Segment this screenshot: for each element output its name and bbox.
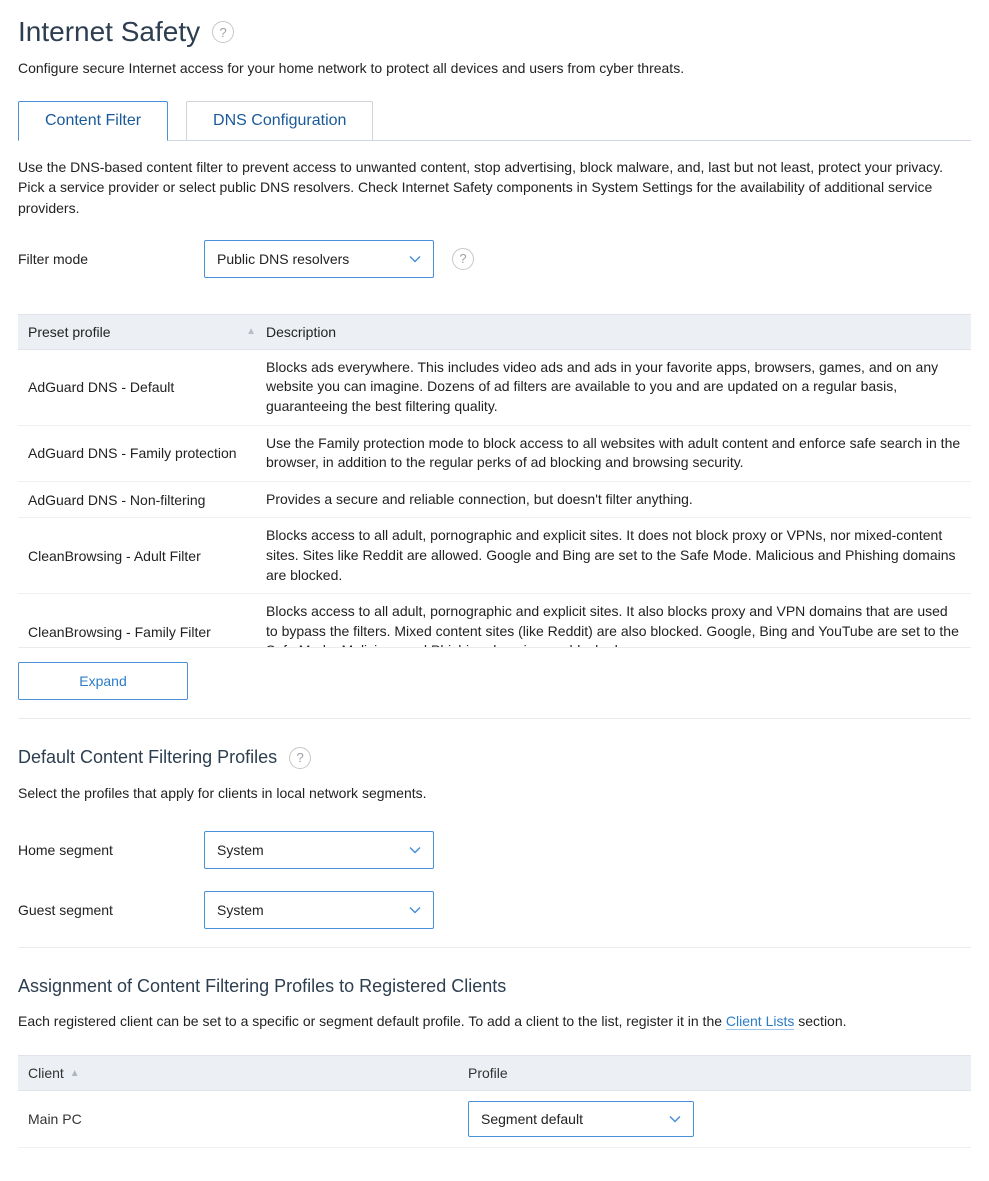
- preset-profile-description: Use the Family protection mode to block …: [266, 434, 961, 473]
- default-profiles-title: Default Content Filtering Profiles: [18, 747, 277, 768]
- chevron-down-icon: [409, 846, 421, 854]
- client-profile-value: Segment default: [481, 1111, 583, 1127]
- column-header-preset-profile[interactable]: Preset profile: [28, 324, 110, 340]
- preset-profile-description: Provides a secure and reliable connectio…: [266, 490, 961, 510]
- help-icon[interactable]: ?: [212, 21, 234, 43]
- sort-asc-icon: ▲: [246, 326, 266, 337]
- preset-profile-description: Blocks access to all adult, pornographic…: [266, 602, 961, 648]
- expand-button[interactable]: Expand: [18, 662, 188, 700]
- preset-profile-name: CleanBrowsing - Family Filter: [28, 624, 266, 640]
- home-segment-label: Home segment: [18, 842, 186, 858]
- chevron-down-icon: [409, 255, 421, 263]
- tab-content-filter[interactable]: Content Filter: [18, 101, 168, 141]
- client-lists-link[interactable]: Client Lists: [726, 1013, 794, 1030]
- page-title: Internet Safety: [18, 16, 200, 48]
- table-row[interactable]: AdGuard DNS - Family protectionUse the F…: [18, 426, 971, 482]
- preset-profile-name: AdGuard DNS - Default: [28, 379, 266, 395]
- home-segment-value: System: [217, 842, 264, 858]
- tabs: Content Filter DNS Configuration: [18, 100, 971, 141]
- page-subtitle: Configure secure Internet access for you…: [18, 60, 971, 76]
- filter-mode-value: Public DNS resolvers: [217, 251, 349, 267]
- preset-profile-name: CleanBrowsing - Adult Filter: [28, 548, 266, 564]
- sort-asc-icon: ▲: [70, 1068, 80, 1079]
- filter-mode-label: Filter mode: [18, 251, 186, 267]
- tab-dns-configuration[interactable]: DNS Configuration: [186, 101, 373, 141]
- help-icon[interactable]: ?: [289, 747, 311, 769]
- preset-profile-description: Blocks ads everywhere. This includes vid…: [266, 358, 961, 417]
- client-profile-select[interactable]: Segment default: [468, 1101, 694, 1137]
- table-row[interactable]: CleanBrowsing - Adult FilterBlocks acces…: [18, 518, 971, 594]
- preset-profile-description: Blocks access to all adult, pornographic…: [266, 526, 961, 585]
- column-header-profile[interactable]: Profile: [468, 1065, 961, 1081]
- column-header-description[interactable]: Description: [266, 324, 961, 340]
- guest-segment-select[interactable]: System: [204, 891, 434, 929]
- column-header-client[interactable]: Client: [28, 1065, 64, 1081]
- table-row[interactable]: AdGuard DNS - DefaultBlocks ads everywhe…: [18, 350, 971, 426]
- help-icon[interactable]: ?: [452, 248, 474, 270]
- table-row: Main PC Segment default: [18, 1091, 971, 1148]
- home-segment-select[interactable]: System: [204, 831, 434, 869]
- client-name: Main PC: [28, 1111, 468, 1127]
- assignment-description: Each registered client can be set to a s…: [18, 1011, 971, 1031]
- default-profiles-description: Select the profiles that apply for clien…: [18, 783, 971, 803]
- guest-segment-value: System: [217, 902, 264, 918]
- chevron-down-icon: [669, 1115, 681, 1123]
- guest-segment-label: Guest segment: [18, 902, 186, 918]
- table-row[interactable]: CleanBrowsing - Family FilterBlocks acce…: [18, 594, 971, 648]
- preset-profile-table: Preset profile ▲ Description AdGuard DNS…: [18, 314, 971, 648]
- chevron-down-icon: [409, 906, 421, 914]
- assignment-title: Assignment of Content Filtering Profiles…: [18, 976, 506, 997]
- filter-mode-select[interactable]: Public DNS resolvers: [204, 240, 434, 278]
- content-filter-description: Use the DNS-based content filter to prev…: [18, 157, 971, 218]
- preset-profile-name: AdGuard DNS - Family protection: [28, 445, 266, 461]
- table-row[interactable]: AdGuard DNS - Non-filteringProvides a se…: [18, 482, 971, 519]
- preset-profile-name: AdGuard DNS - Non-filtering: [28, 492, 266, 508]
